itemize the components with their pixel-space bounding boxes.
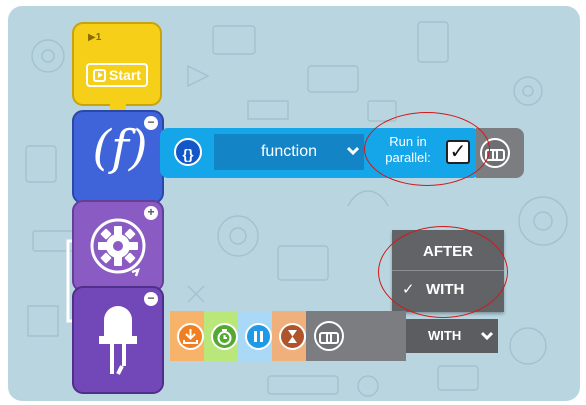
function-block[interactable]: (𝑓) − (72, 110, 164, 212)
collapse-button[interactable]: − (144, 292, 158, 306)
start-label: Start (109, 67, 141, 83)
mode-select-value: WITH (428, 328, 462, 343)
pause-icon[interactable] (245, 323, 272, 350)
link-icon[interactable] (314, 321, 344, 351)
collapse-button[interactable]: − (144, 116, 158, 130)
led-action-row: WITH (170, 311, 510, 361)
led-block[interactable]: − (72, 286, 164, 394)
highlight-ellipse (364, 112, 490, 186)
block-number: ▶1 (88, 32, 102, 43)
chip-timer (204, 311, 238, 361)
expand-button[interactable]: + (144, 206, 158, 220)
chip-hourglass (272, 311, 306, 361)
chevron-down-icon (480, 331, 494, 341)
chip-link (306, 311, 406, 361)
chip-download (170, 311, 204, 361)
highlight-ellipse (378, 226, 508, 318)
timer-icon[interactable] (211, 323, 238, 350)
chevron-down-icon[interactable] (346, 144, 360, 158)
download-icon[interactable] (177, 323, 204, 350)
play-icon (93, 68, 107, 82)
hourglass-icon[interactable] (279, 323, 306, 350)
chip-pause (238, 311, 272, 361)
start-block[interactable]: ▶1 Start (72, 22, 162, 114)
mode-select[interactable]: WITH (406, 319, 498, 353)
function-select[interactable]: function (214, 134, 364, 170)
braces-icon[interactable]: {} (174, 138, 202, 166)
start-button[interactable]: Start (86, 63, 148, 87)
gear-block[interactable]: + (72, 200, 164, 300)
